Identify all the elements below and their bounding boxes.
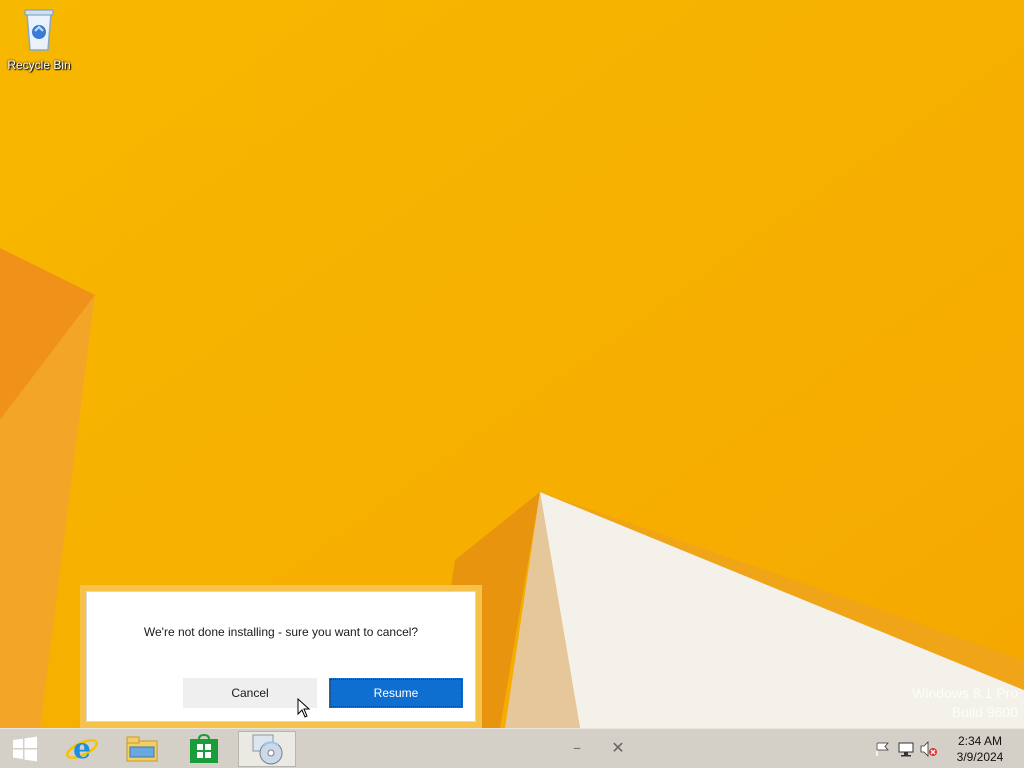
clock-time: 2:34 AM [957,734,1003,748]
taskbar-internet-explorer[interactable]: e [54,731,110,767]
resume-button[interactable]: Resume [329,678,463,708]
volume-muted-icon[interactable] [920,741,938,757]
taskbar-setup-active[interactable] [238,731,296,767]
windows-version-watermark: Windows 8.1 Pro Build 9600 [912,684,1018,722]
store-icon [190,734,218,763]
start-button[interactable] [0,731,50,767]
network-icon[interactable] [897,741,915,757]
action-center-flag-icon[interactable] [874,741,892,757]
close-button[interactable]: ✕ [607,737,629,759]
taskbar-file-explorer[interactable] [114,731,170,767]
windows-start-icon [13,736,37,762]
file-explorer-icon [126,736,158,762]
taskbar: e – ✕ 2:34 AM 3/9/2024 [0,728,1024,768]
watermark-edition: Windows 8.1 Pro [912,685,1018,701]
clock-date: 3/9/2024 [956,750,1004,764]
recycle-bin-icon [24,9,54,51]
desktop-icon-recycle-bin[interactable]: Recycle Bin [4,4,74,72]
taskbar-store[interactable] [176,731,232,767]
mouse-cursor-icon [297,698,311,718]
minimize-button[interactable]: – [566,737,588,759]
watermark-build: Build 9600 [951,704,1018,720]
cancel-install-dialog: We're not done installing - sure you wan… [80,585,482,728]
clock[interactable]: 2:34 AM 3/9/2024 [946,733,1014,765]
setup-disc-icon [252,734,283,765]
dialog-message: We're not done installing - sure you wan… [143,625,419,639]
svg-text:e: e [73,733,91,765]
desktop-icon-label: Recycle Bin [7,58,71,72]
dialog-body: We're not done installing - sure you wan… [86,591,476,722]
internet-explorer-icon: e [66,733,98,765]
